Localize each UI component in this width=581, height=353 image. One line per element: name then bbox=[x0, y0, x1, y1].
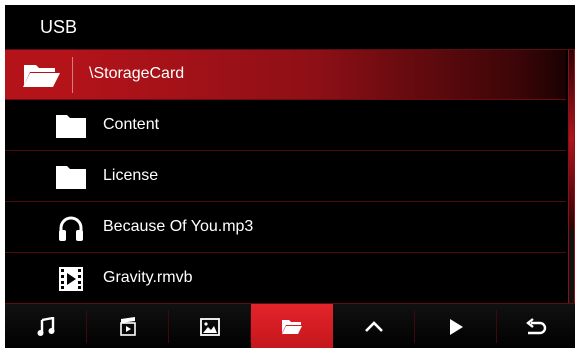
folder-button[interactable] bbox=[251, 304, 333, 348]
file-list: \StorageCard Content License Because Of … bbox=[5, 50, 566, 303]
up-button[interactable] bbox=[333, 304, 415, 348]
folder-icon bbox=[55, 162, 87, 192]
list-item-label: Because Of You.mp3 bbox=[103, 218, 254, 235]
list-item-content[interactable]: Content bbox=[5, 101, 566, 151]
folder-icon bbox=[55, 111, 87, 141]
play-button[interactable] bbox=[415, 304, 497, 348]
music-note-icon bbox=[37, 316, 55, 336]
bottom-toolbar bbox=[5, 303, 575, 348]
page-title: USB bbox=[40, 17, 78, 37]
photo-button[interactable] bbox=[169, 304, 251, 348]
media-panel: USB \StorageCard Content License Because… bbox=[5, 5, 575, 348]
list-item-label: Content bbox=[103, 116, 160, 133]
back-arrow-icon bbox=[526, 317, 547, 334]
open-folder-icon bbox=[21, 59, 61, 91]
usb-browser-screen: USB \StorageCard Content License Because… bbox=[0, 0, 581, 353]
headphones-icon bbox=[55, 213, 87, 243]
path-divider bbox=[72, 57, 73, 93]
current-path-row[interactable]: \StorageCard bbox=[5, 50, 566, 100]
folder-icon bbox=[282, 319, 302, 334]
photo-icon bbox=[200, 317, 220, 336]
list-item-label: Gravity.rmvb bbox=[103, 269, 193, 286]
video-icon bbox=[120, 316, 136, 336]
music-button[interactable] bbox=[5, 304, 87, 348]
list-item-label: License bbox=[103, 167, 159, 184]
video-button[interactable] bbox=[87, 304, 169, 348]
chevron-up-icon bbox=[365, 320, 383, 332]
title-bar: USB bbox=[5, 5, 575, 50]
list-item-license[interactable]: License bbox=[5, 152, 566, 202]
play-icon bbox=[450, 318, 463, 335]
list-item-because-of-you[interactable]: Because Of You.mp3 bbox=[5, 203, 566, 253]
back-button[interactable] bbox=[497, 304, 575, 348]
current-path-label: \StorageCard bbox=[89, 65, 185, 82]
film-icon bbox=[55, 264, 87, 294]
list-item-gravity[interactable]: Gravity.rmvb bbox=[5, 254, 566, 304]
scrollbar[interactable] bbox=[568, 50, 575, 303]
scrollbar-thumb[interactable] bbox=[569, 50, 574, 228]
